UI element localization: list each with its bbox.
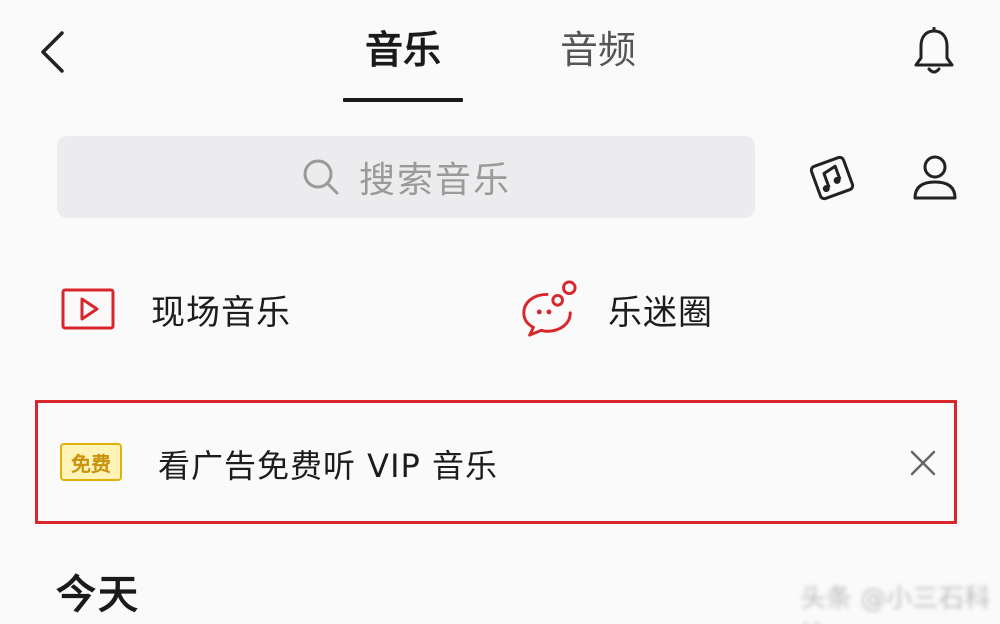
active-tab-indicator (343, 98, 463, 102)
search-input[interactable]: 搜索音乐 (57, 136, 755, 218)
section-heading-today: 今天 (56, 572, 140, 618)
ad-banner[interactable]: 免费 看广告免费听 VIP 音乐 (35, 400, 957, 524)
search-icon (303, 159, 339, 195)
music-recognize-icon (809, 155, 855, 201)
music-recognize-button[interactable] (804, 150, 860, 206)
chevron-left-icon (41, 31, 64, 73)
close-icon (910, 450, 936, 476)
ad-banner-text: 看广告免费听 VIP 音乐 (158, 447, 498, 485)
tab-music[interactable]: 音乐 (343, 22, 463, 78)
music-app-screen: 音乐 音频 搜索音乐 现场音乐 乐迷圈 免费 看广告免费听 VIP 音乐 今天 … (0, 0, 1000, 624)
profile-button[interactable] (905, 150, 965, 206)
chat-bubble-icon (518, 279, 578, 339)
shortcut-label: 乐迷圈 (608, 292, 713, 333)
user-icon (913, 155, 957, 200)
play-box-icon (58, 279, 118, 339)
shortcut-fan-circle[interactable]: 乐迷圈 (518, 276, 713, 342)
notification-button[interactable] (908, 24, 960, 80)
ad-close-button[interactable] (903, 443, 943, 483)
free-badge: 免费 (60, 443, 122, 481)
search-placeholder: 搜索音乐 (358, 160, 511, 201)
shortcut-label: 现场音乐 (151, 292, 291, 333)
shortcut-live-music[interactable]: 现场音乐 (58, 276, 291, 342)
back-button[interactable] (28, 26, 76, 78)
watermark: 头条 @小三石科技 (800, 584, 991, 624)
bell-icon (914, 27, 954, 74)
tab-audio[interactable]: 音频 (538, 22, 658, 78)
